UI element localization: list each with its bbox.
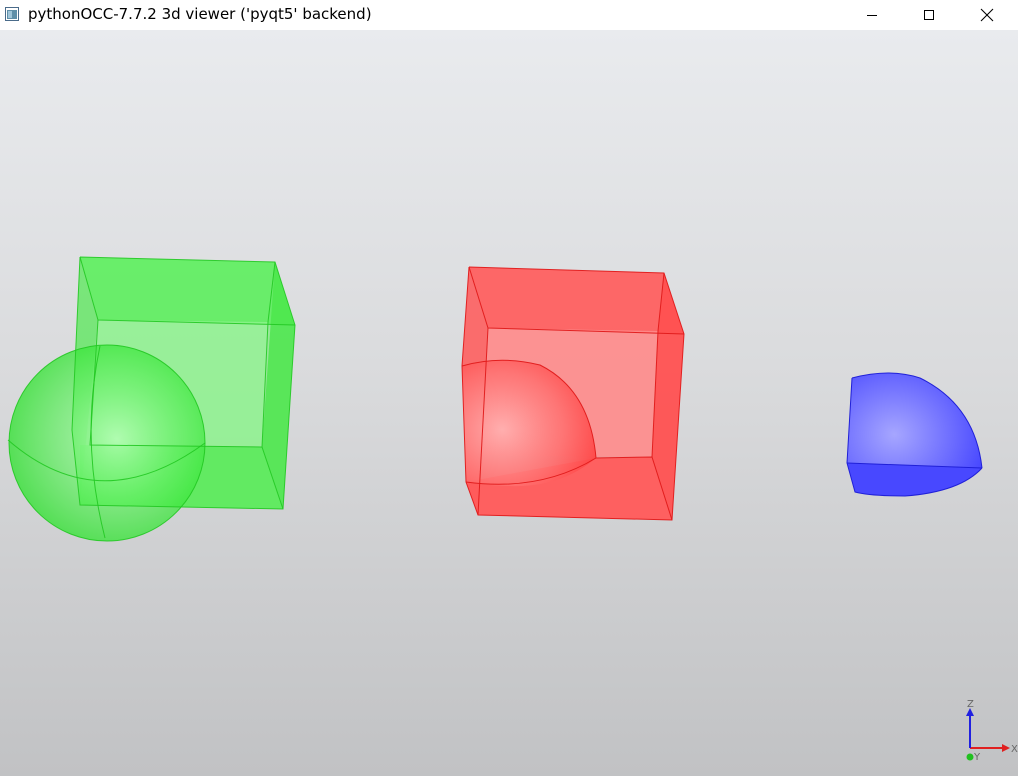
z-axis-label: Z	[967, 699, 974, 710]
y-axis-label: Y	[973, 752, 981, 763]
scene-canvas[interactable]: X Y Z	[0, 30, 1018, 776]
x-axis-label: X	[1011, 744, 1018, 755]
green-box-with-sphere[interactable]	[7, 256, 296, 542]
y-axis-dot	[966, 753, 974, 761]
maximize-icon	[924, 10, 934, 20]
maximize-button[interactable]	[900, 0, 958, 30]
minimize-button[interactable]	[843, 0, 901, 30]
3d-viewport[interactable]: X Y Z	[0, 30, 1018, 776]
axis-trihedron: X Y Z	[966, 699, 1018, 763]
title-bar[interactable]: pythonOCC-7.7.2 3d viewer ('pyqt5' backe…	[0, 0, 1018, 30]
x-axis-arrow	[1002, 744, 1010, 752]
close-button[interactable]	[958, 0, 1016, 30]
blue-sphere-quarter[interactable]	[846, 372, 983, 497]
window-title: pythonOCC-7.7.2 3d viewer ('pyqt5' backe…	[28, 5, 372, 23]
close-icon	[980, 8, 994, 22]
viewer-window: pythonOCC-7.7.2 3d viewer ('pyqt5' backe…	[0, 0, 1018, 776]
minimize-icon	[867, 15, 877, 16]
app-window-icon	[5, 7, 19, 21]
red-box-with-sphere-cut[interactable]	[461, 266, 685, 521]
